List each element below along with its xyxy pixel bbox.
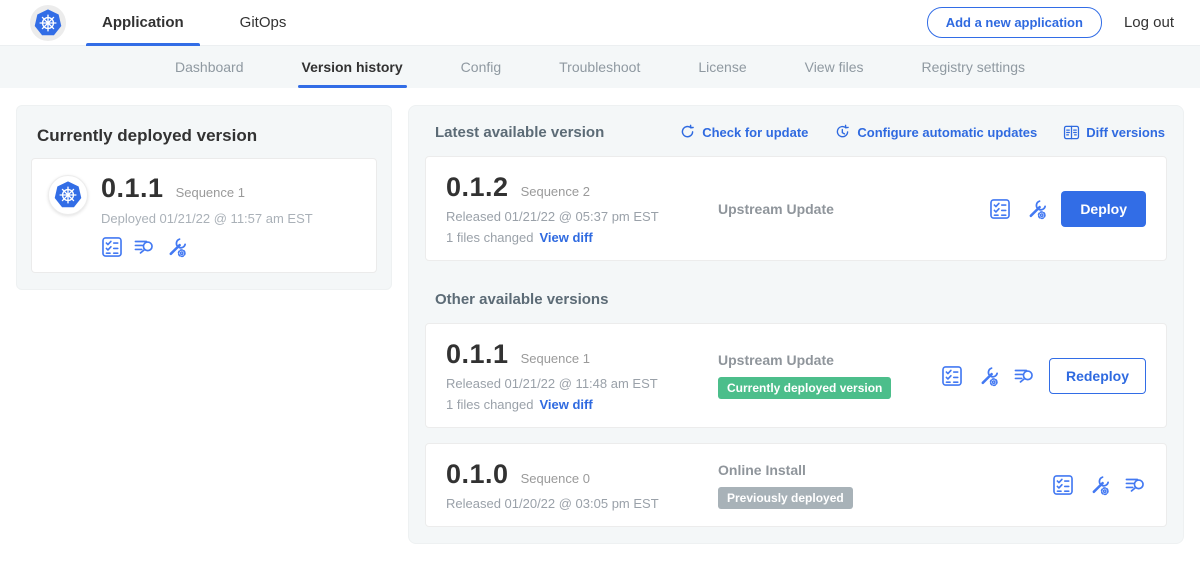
deployed-sequence: Sequence 1 bbox=[176, 185, 245, 200]
version-source: Upstream Update bbox=[718, 352, 941, 368]
released-timestamp: Released 01/21/22 @ 11:48 am EST bbox=[446, 376, 708, 391]
config-checklist-icon[interactable] bbox=[1052, 474, 1074, 496]
tab-dashboard[interactable]: Dashboard bbox=[175, 46, 244, 88]
troubleshoot-wrench-icon[interactable] bbox=[165, 236, 187, 258]
config-checklist-icon[interactable] bbox=[101, 236, 123, 258]
deployed-timestamp: Deployed 01/21/22 @ 11:57 am EST bbox=[101, 211, 313, 226]
schedule-icon bbox=[834, 124, 851, 141]
version-source: Online Install bbox=[718, 462, 1052, 478]
configure-automatic-updates-link[interactable]: Configure automatic updates bbox=[834, 124, 1037, 141]
add-application-button[interactable]: Add a new application bbox=[927, 7, 1102, 38]
other-versions-header: Other available versions bbox=[435, 291, 1165, 308]
config-checklist-icon[interactable] bbox=[941, 365, 963, 387]
refresh-icon bbox=[679, 124, 696, 141]
previously-deployed-badge: Previously deployed bbox=[718, 487, 853, 509]
diff-versions-link[interactable]: Diff versions bbox=[1063, 124, 1165, 141]
tab-version-history[interactable]: Version history bbox=[302, 46, 403, 88]
latest-version-header: Latest available version bbox=[435, 124, 604, 141]
config-checklist-icon[interactable] bbox=[989, 198, 1011, 220]
diff-icon bbox=[1063, 124, 1080, 141]
section-nav: Dashboard Version history Config Trouble… bbox=[0, 46, 1200, 88]
version-number: 0.1.2 bbox=[446, 172, 509, 203]
troubleshoot-wrench-icon[interactable] bbox=[977, 365, 999, 387]
tab-config[interactable]: Config bbox=[461, 46, 501, 88]
view-diff-link[interactable]: View diff bbox=[539, 230, 592, 245]
tab-troubleshoot[interactable]: Troubleshoot bbox=[559, 46, 640, 88]
deployed-version-number: 0.1.1 bbox=[101, 173, 164, 204]
version-sequence: Sequence 0 bbox=[521, 471, 590, 486]
tab-application[interactable]: Application bbox=[98, 0, 188, 46]
tab-view-files[interactable]: View files bbox=[805, 46, 864, 88]
version-card-0-1-1: 0.1.1 Sequence 1 Released 01/21/22 @ 11:… bbox=[425, 323, 1167, 428]
view-diff-link[interactable]: View diff bbox=[539, 397, 592, 412]
configure-automatic-updates-label: Configure automatic updates bbox=[857, 125, 1037, 140]
deployed-version-card: 0.1.1 Sequence 1 Deployed 01/21/22 @ 11:… bbox=[31, 158, 377, 273]
released-timestamp: Released 01/21/22 @ 05:37 pm EST bbox=[446, 209, 708, 224]
main-content: Currently deployed version 0.1.1 Sequenc… bbox=[0, 88, 1200, 561]
version-sequence: Sequence 2 bbox=[521, 184, 590, 199]
files-changed-label: 1 files changed bbox=[446, 230, 533, 245]
version-sequence: Sequence 1 bbox=[521, 351, 590, 366]
files-changed-label: 1 files changed bbox=[446, 397, 533, 412]
view-files-icon[interactable] bbox=[1124, 474, 1146, 496]
kubernetes-logo bbox=[30, 5, 66, 41]
currently-deployed-card: Currently deployed version 0.1.1 Sequenc… bbox=[16, 105, 392, 290]
top-nav: Application GitOps Add a new application… bbox=[0, 0, 1200, 46]
version-number: 0.1.1 bbox=[446, 339, 509, 370]
view-files-icon[interactable] bbox=[1013, 365, 1035, 387]
released-timestamp: Released 01/20/22 @ 03:05 pm EST bbox=[446, 496, 708, 511]
deploy-button[interactable]: Deploy bbox=[1061, 191, 1146, 227]
tab-gitops[interactable]: GitOps bbox=[236, 0, 291, 46]
app-tabs: Application GitOps bbox=[98, 0, 338, 46]
version-card-0-1-2: 0.1.2 Sequence 2 Released 01/21/22 @ 05:… bbox=[425, 156, 1167, 261]
version-history-panel: Latest available version Check for updat… bbox=[408, 105, 1184, 544]
app-kubernetes-icon bbox=[48, 175, 88, 215]
version-card-0-1-0: 0.1.0 Sequence 0 Released 01/20/22 @ 03:… bbox=[425, 443, 1167, 527]
version-source: Upstream Update bbox=[718, 201, 989, 217]
tab-registry-settings[interactable]: Registry settings bbox=[922, 46, 1025, 88]
diff-versions-label: Diff versions bbox=[1086, 125, 1165, 140]
tab-license[interactable]: License bbox=[698, 46, 746, 88]
view-files-icon[interactable] bbox=[133, 236, 155, 258]
check-for-update-link[interactable]: Check for update bbox=[679, 124, 808, 141]
troubleshoot-wrench-icon[interactable] bbox=[1088, 474, 1110, 496]
currently-deployed-badge: Currently deployed version bbox=[718, 377, 891, 399]
logout-button[interactable]: Log out bbox=[1124, 14, 1174, 31]
version-number: 0.1.0 bbox=[446, 459, 509, 490]
troubleshoot-wrench-icon[interactable] bbox=[1025, 198, 1047, 220]
check-for-update-label: Check for update bbox=[702, 125, 808, 140]
currently-deployed-title: Currently deployed version bbox=[31, 120, 377, 158]
redeploy-button[interactable]: Redeploy bbox=[1049, 358, 1146, 394]
